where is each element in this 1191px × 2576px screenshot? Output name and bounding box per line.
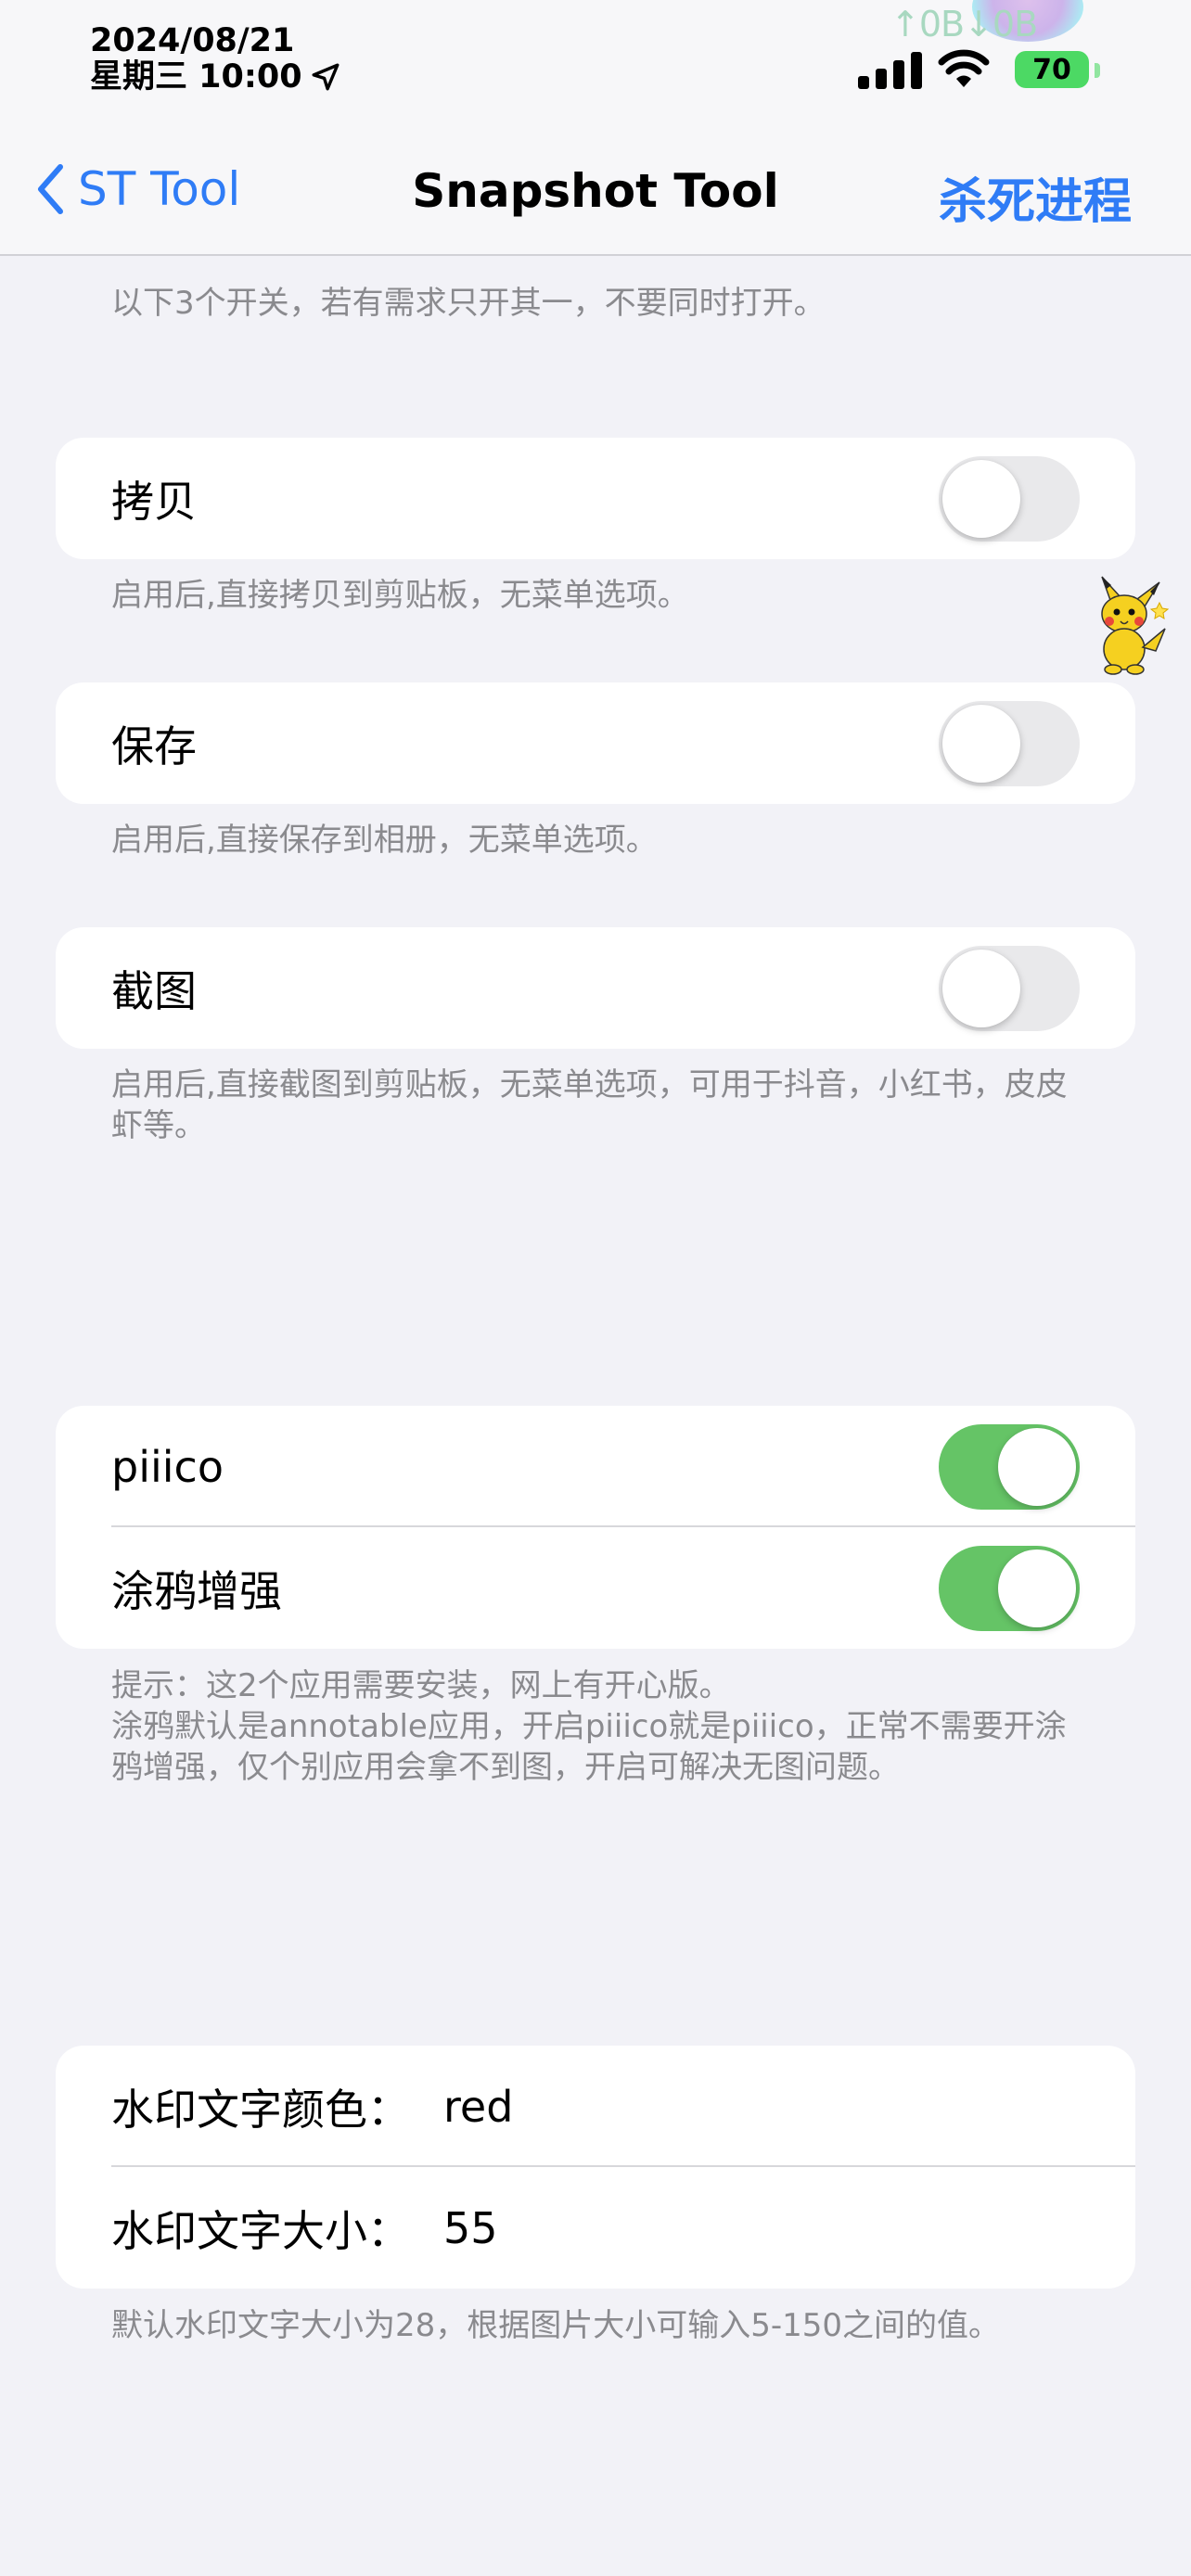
network-speed: ↑0B↓0B xyxy=(890,4,1038,45)
battery-level: 70 xyxy=(1032,53,1071,86)
watermark-color-row[interactable]: 水印文字颜色： red xyxy=(56,2046,1135,2167)
intro-note: 以下3个开关，若有需求只开其一，不要同时打开。 xyxy=(111,285,826,322)
save-group: 保存 xyxy=(56,682,1135,804)
location-arrow-icon xyxy=(312,63,339,91)
toggle-knob xyxy=(942,460,1020,538)
save-row: 保存 xyxy=(56,682,1135,804)
battery-icon: 70 xyxy=(1015,51,1089,88)
apps-note: 提示：这2个应用需要安装，网上有开心版。 涂鸦默认是annotable应用，开启… xyxy=(111,1667,1067,1786)
screenshot-row: 截图 xyxy=(56,927,1135,1049)
piiico-row: piiico xyxy=(56,1406,1135,1527)
doodle-label: 涂鸦增强 xyxy=(111,1565,282,1616)
save-toggle[interactable] xyxy=(939,701,1080,786)
doodle-row: 涂鸦增强 xyxy=(56,1527,1135,1649)
save-note: 启用后,直接保存到相册，无菜单选项。 xyxy=(111,822,658,859)
watermark-size-row[interactable]: 水印文字大小： 55 xyxy=(56,2167,1135,2289)
copy-label: 拷贝 xyxy=(111,476,197,527)
pikachu-sticker-icon[interactable] xyxy=(1085,575,1169,677)
screenshot-label: 截图 xyxy=(111,965,197,1016)
battery-tip xyxy=(1095,63,1100,78)
watermark-group: 水印文字颜色： red 水印文字大小： 55 xyxy=(56,2046,1135,2289)
cellular-signal-icon xyxy=(858,52,922,89)
toggle-knob xyxy=(998,1549,1076,1627)
toggle-knob xyxy=(998,1428,1076,1506)
watermark-note: 默认水印文字大小为28，根据图片大小可输入5-150之间的值。 xyxy=(111,2307,1001,2344)
copy-toggle[interactable] xyxy=(939,456,1080,542)
watermark-color-field[interactable]: red xyxy=(443,2082,513,2132)
copy-group: 拷贝 xyxy=(56,438,1135,559)
wifi-icon xyxy=(938,49,990,87)
copy-row: 拷贝 xyxy=(56,438,1135,559)
status-date: 2024/08/21 xyxy=(90,22,295,59)
toggle-knob xyxy=(942,705,1020,783)
apps-group: piiico 涂鸦增强 xyxy=(56,1406,1135,1649)
piiico-toggle[interactable] xyxy=(939,1424,1080,1510)
back-button-label: ST Tool xyxy=(78,162,241,216)
save-label: 保存 xyxy=(111,721,197,772)
screenshot-group: 截图 xyxy=(56,927,1135,1049)
navigation-bar: Snapshot Tool ST Tool 杀死进程 xyxy=(0,125,1191,256)
copy-note: 启用后,直接拷贝到剪贴板，无菜单选项。 xyxy=(111,577,689,614)
status-bar: 2024/08/21 星期三 10:00 ↑0B↓0B 70 xyxy=(0,0,1191,125)
watermark-size-field[interactable]: 55 xyxy=(443,2203,498,2253)
watermark-size-label: 水印文字大小： xyxy=(111,2205,410,2256)
chevron-left-icon xyxy=(38,164,63,214)
screenshot-note: 启用后,直接截图到剪贴板，无菜单选项，可用于抖音，小红书，皮皮虾等。 xyxy=(111,1066,1068,1144)
kill-process-button[interactable]: 杀死进程 xyxy=(939,162,1132,232)
doodle-toggle[interactable] xyxy=(939,1546,1080,1631)
back-button[interactable]: ST Tool xyxy=(35,162,240,216)
piiico-label: piiico xyxy=(111,1441,224,1492)
screenshot-toggle[interactable] xyxy=(939,946,1080,1031)
status-time: 星期三 10:00 xyxy=(90,58,302,96)
watermark-color-label: 水印文字颜色： xyxy=(111,2084,410,2135)
status-time-row: 星期三 10:00 xyxy=(90,58,341,96)
toggle-knob xyxy=(942,950,1020,1027)
